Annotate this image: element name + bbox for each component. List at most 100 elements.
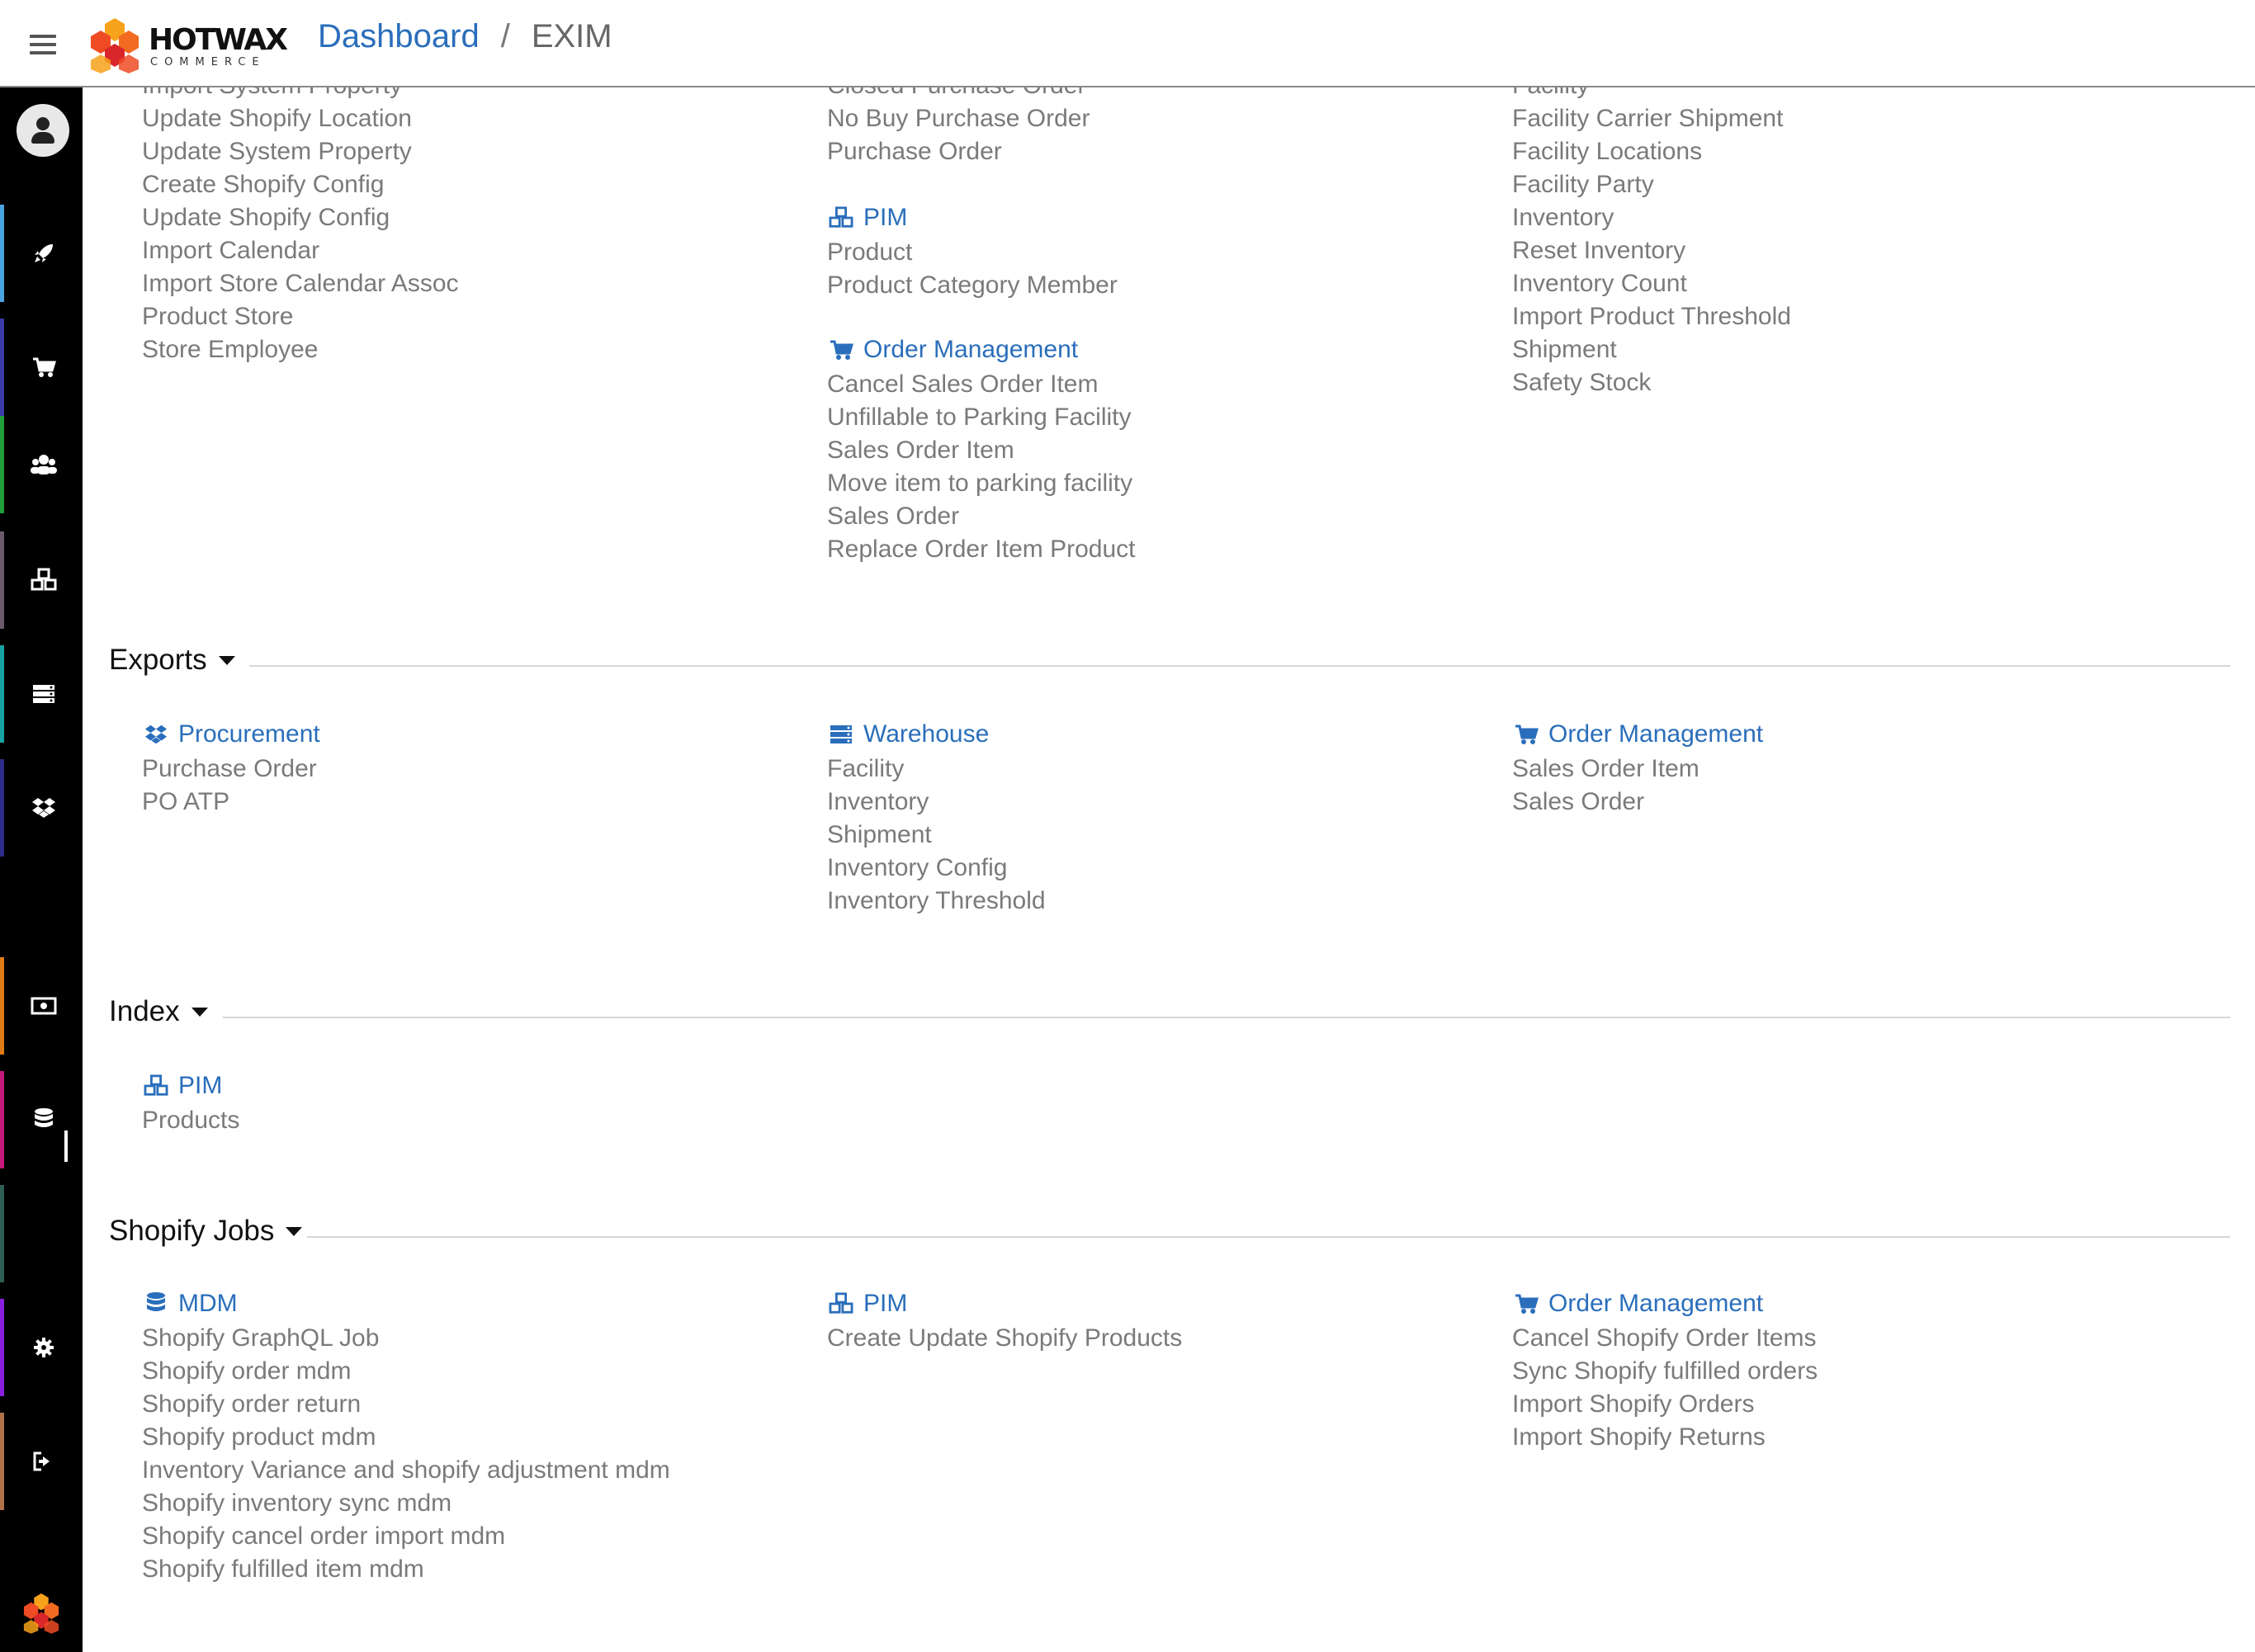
hotwax-logo-mark: [91, 18, 139, 73]
breadcrumb-dashboard-link[interactable]: Dashboard: [318, 18, 480, 54]
import-link[interactable]: Purchase Order: [827, 135, 1090, 168]
cart-icon: [827, 337, 855, 362]
shopify-jobs-section-toggle[interactable]: Shopify Jobs: [109, 1215, 303, 1248]
import-link[interactable]: Update System Property: [142, 135, 459, 168]
exports-procurement-group: Procurement Purchase Order PO ATP: [142, 716, 320, 819]
import-link[interactable]: Sales Order Item: [827, 434, 1136, 467]
imports-pim-group: PIM Product Product Category Member: [827, 200, 1118, 302]
shopify-job-link[interactable]: Import Shopify Orders: [1512, 1388, 1818, 1421]
server-icon: [827, 722, 855, 747]
import-link[interactable]: Store Employee: [142, 333, 459, 366]
import-link[interactable]: Inventory: [1512, 201, 1791, 234]
shopify-job-link[interactable]: Cancel Shopify Order Items: [1512, 1322, 1818, 1355]
sidebar-item-launch[interactable]: [4, 205, 83, 302]
shopify-job-link[interactable]: Shopify fulfilled item mdm: [142, 1553, 670, 1586]
import-link[interactable]: Update Shopify Location: [142, 102, 459, 135]
import-link[interactable]: Facility: [1512, 87, 1791, 102]
index-link[interactable]: Products: [142, 1104, 239, 1137]
export-link[interactable]: Inventory Threshold: [827, 885, 1046, 918]
export-link[interactable]: Facility: [827, 753, 1046, 786]
section-divider: [307, 1236, 2230, 1238]
user-avatar[interactable]: [17, 104, 69, 157]
import-link[interactable]: Closed Purchase Order: [827, 87, 1090, 102]
sidebar-item-settings[interactable]: [4, 1299, 83, 1396]
index-section-toggle[interactable]: Index: [109, 995, 208, 1028]
sidebar-item-orders[interactable]: [4, 319, 83, 416]
export-link[interactable]: Inventory Config: [827, 852, 1046, 885]
order-management-group-header: Order Management: [1512, 716, 1763, 753]
export-link[interactable]: Sales Order: [1512, 786, 1763, 819]
import-link[interactable]: No Buy Purchase Order: [827, 102, 1090, 135]
import-link[interactable]: Safety Stock: [1512, 366, 1791, 399]
sidebar-item-pim[interactable]: [4, 531, 83, 629]
shopify-job-link[interactable]: Shopify order mdm: [142, 1355, 670, 1388]
exports-order-management-group: Order Management Sales Order Item Sales …: [1512, 716, 1763, 819]
avatar-body: [31, 132, 54, 144]
rocket-icon: [34, 244, 53, 262]
shopify-order-management-group: Order Management Cancel Shopify Order It…: [1512, 1286, 1818, 1454]
import-link[interactable]: Product Store: [142, 300, 459, 333]
shopify-job-link[interactable]: Shopify order return: [142, 1388, 670, 1421]
sidebar-item-users[interactable]: [4, 416, 83, 513]
brand-name: HOTWAX: [149, 23, 288, 57]
group-title: Order Management: [1548, 1290, 1764, 1317]
export-link[interactable]: Shipment: [827, 819, 1046, 852]
shopify-job-link[interactable]: Shopify product mdm: [142, 1421, 670, 1454]
hotwax-logo[interactable]: HOTWAX COMMERCE: [87, 17, 288, 74]
users-icon: [30, 455, 57, 474]
breadcrumb-separator: /: [500, 18, 510, 54]
import-link[interactable]: Create Shopify Config: [142, 168, 459, 201]
cart-icon: [32, 357, 56, 377]
import-link[interactable]: Import Product Threshold: [1512, 300, 1791, 333]
shopify-job-link[interactable]: Import Shopify Returns: [1512, 1421, 1818, 1454]
shopify-job-link[interactable]: Shopify cancel order import mdm: [142, 1520, 670, 1553]
shopify-job-link[interactable]: Shopify inventory sync mdm: [142, 1487, 670, 1520]
import-link[interactable]: Product Category Member: [827, 269, 1118, 302]
sidebar-item-procurement[interactable]: [4, 759, 83, 857]
database-icon: [34, 1108, 53, 1127]
sidebar-item-logout[interactable]: [4, 1413, 83, 1510]
shopify-job-link[interactable]: Sync Shopify fulfilled orders: [1512, 1355, 1818, 1388]
shopify-job-link[interactable]: Inventory Variance and shopify adjustmen…: [142, 1454, 670, 1487]
import-link[interactable]: Replace Order Item Product: [827, 533, 1136, 566]
import-link[interactable]: Product: [827, 236, 1118, 269]
import-link[interactable]: Import Calendar: [142, 234, 459, 267]
import-link[interactable]: Reset Inventory: [1512, 234, 1791, 267]
import-link[interactable]: Sales Order: [827, 500, 1136, 533]
import-link[interactable]: Cancel Sales Order Item: [827, 368, 1136, 401]
import-link[interactable]: Inventory Count: [1512, 267, 1791, 300]
group-title: PIM: [863, 204, 908, 231]
sign-out-icon: [33, 1451, 50, 1471]
export-link[interactable]: Sales Order Item: [1512, 753, 1763, 786]
cubes-icon: [31, 568, 56, 591]
import-link[interactable]: Move item to parking facility: [827, 467, 1136, 500]
sidebar-item-mdm[interactable]: [4, 1071, 83, 1168]
sidebar-item-finance[interactable]: [4, 957, 83, 1055]
exports-section-toggle[interactable]: Exports: [109, 644, 235, 677]
import-link[interactable]: Import System Property: [142, 87, 459, 102]
exports-warehouse-group: Warehouse Facility Inventory Shipment In…: [827, 716, 1046, 918]
export-link[interactable]: Purchase Order: [142, 753, 320, 786]
import-link[interactable]: Facility Locations: [1512, 135, 1791, 168]
import-link[interactable]: Import Store Calendar Assoc: [142, 267, 459, 300]
pim-group-header: PIM: [827, 200, 1118, 236]
export-link[interactable]: Inventory: [827, 786, 1046, 819]
hamburger-menu-icon[interactable]: [30, 35, 56, 54]
import-link[interactable]: Update Shopify Config: [142, 201, 459, 234]
import-link[interactable]: Shipment: [1512, 333, 1791, 366]
cubes-icon: [827, 1291, 855, 1316]
export-link[interactable]: PO ATP: [142, 786, 320, 819]
section-title: Exports: [109, 644, 207, 676]
warehouse-group-header: Warehouse: [827, 716, 1046, 753]
import-link[interactable]: Unfillable to Parking Facility: [827, 401, 1136, 434]
breadcrumb: Dashboard / EXIM: [318, 18, 612, 55]
import-link[interactable]: Facility Carrier Shipment: [1512, 102, 1791, 135]
database-icon: [142, 1291, 170, 1316]
shopify-job-link[interactable]: Shopify GraphQL Job: [142, 1322, 670, 1355]
hotwax-small-logo[interactable]: [21, 1591, 61, 1635]
shopify-job-link[interactable]: Create Update Shopify Products: [827, 1322, 1182, 1355]
sidebar-item-warehouse[interactable]: [4, 645, 83, 743]
mdm-group-header: MDM: [142, 1286, 670, 1322]
import-link[interactable]: Facility Party: [1512, 168, 1791, 201]
group-title: MDM: [178, 1290, 238, 1317]
